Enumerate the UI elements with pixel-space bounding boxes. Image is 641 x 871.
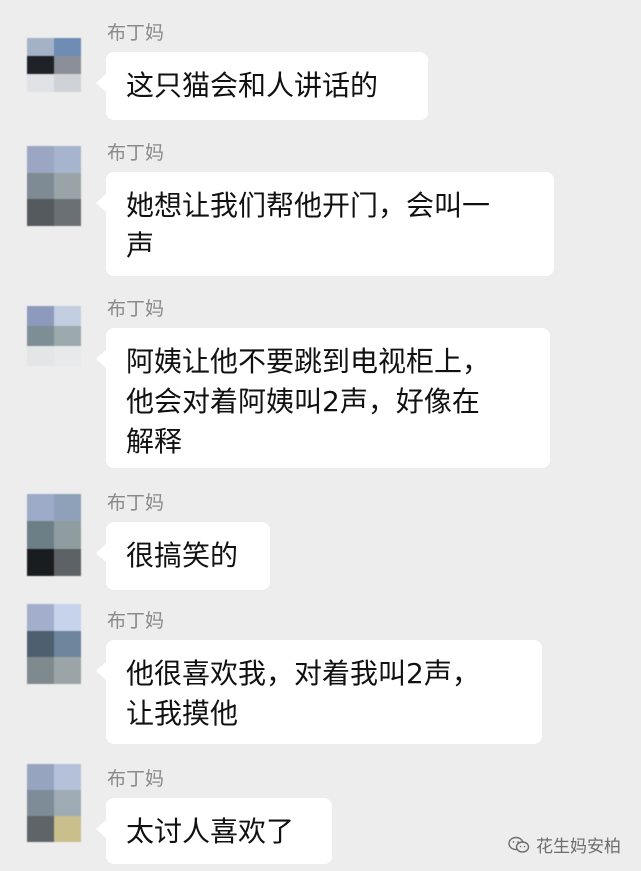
avatar-tile xyxy=(54,494,81,522)
avatar[interactable] xyxy=(27,146,81,226)
avatar-tile xyxy=(27,56,54,74)
avatar-tile xyxy=(27,38,54,56)
sender-name: 布丁妈 xyxy=(107,298,165,320)
message-bubble[interactable]: 阿姨让他不要跳到电视柜上， 他会对着阿姨叫2声，好像在 解释 xyxy=(96,328,550,468)
avatar-tile xyxy=(27,790,54,816)
avatar[interactable] xyxy=(27,764,81,842)
avatar-tile xyxy=(27,346,54,366)
avatar-tile xyxy=(27,326,54,346)
avatar-tile xyxy=(27,521,54,549)
avatar-tile xyxy=(54,326,81,346)
avatar-tile xyxy=(27,548,54,576)
avatar-tile xyxy=(54,346,81,366)
avatar-tile xyxy=(54,306,81,326)
avatar-tile xyxy=(54,38,81,56)
avatar-tile xyxy=(54,199,81,226)
avatar-tile xyxy=(54,816,81,842)
avatar-tile xyxy=(27,74,54,92)
avatar-tile xyxy=(27,146,54,173)
avatar-tile xyxy=(27,816,54,842)
avatar-tile xyxy=(27,764,54,790)
sender-name: 布丁妈 xyxy=(107,492,165,514)
avatar[interactable] xyxy=(27,604,81,684)
message-bubble[interactable]: 太讨人喜欢了 xyxy=(96,798,332,864)
avatar-tile xyxy=(54,604,81,631)
sender-name: 布丁妈 xyxy=(107,22,165,44)
sender-name: 布丁妈 xyxy=(107,142,165,164)
message-bubble[interactable]: 他很喜欢我，对着我叫2声， 让我摸他 xyxy=(96,640,542,744)
sender-name: 布丁妈 xyxy=(107,768,165,790)
avatar[interactable] xyxy=(27,306,81,366)
avatar-tile xyxy=(54,790,81,816)
avatar-tile xyxy=(54,56,81,74)
message-bubble[interactable]: 这只猫会和人讲话的 xyxy=(96,52,428,120)
avatar-tile xyxy=(54,521,81,549)
avatar[interactable] xyxy=(27,38,81,92)
avatar-tile xyxy=(27,657,54,684)
watermark-text: 花生妈安柏 xyxy=(536,837,621,857)
avatar[interactable] xyxy=(27,494,81,576)
avatar-tile xyxy=(54,146,81,173)
sender-name: 布丁妈 xyxy=(107,610,165,632)
avatar-tile xyxy=(27,172,54,200)
avatar-tile xyxy=(27,604,54,631)
avatar-tile xyxy=(54,657,81,684)
avatar-tile xyxy=(27,199,54,226)
avatar-tile xyxy=(27,494,54,522)
avatar-tile xyxy=(54,548,81,576)
avatar-tile xyxy=(54,172,81,200)
message-bubble[interactable]: 她想让我们帮他开门，会叫一 声 xyxy=(96,172,554,276)
avatar-tile xyxy=(54,74,81,92)
avatar-tile xyxy=(27,630,54,658)
avatar-tile xyxy=(54,764,81,790)
wechat-official-account-icon xyxy=(508,836,530,854)
watermark: 花生妈安柏 xyxy=(508,832,621,857)
avatar-tile xyxy=(27,306,54,326)
avatar-tile xyxy=(54,630,81,658)
message-bubble[interactable]: 很搞笑的 xyxy=(96,522,270,590)
